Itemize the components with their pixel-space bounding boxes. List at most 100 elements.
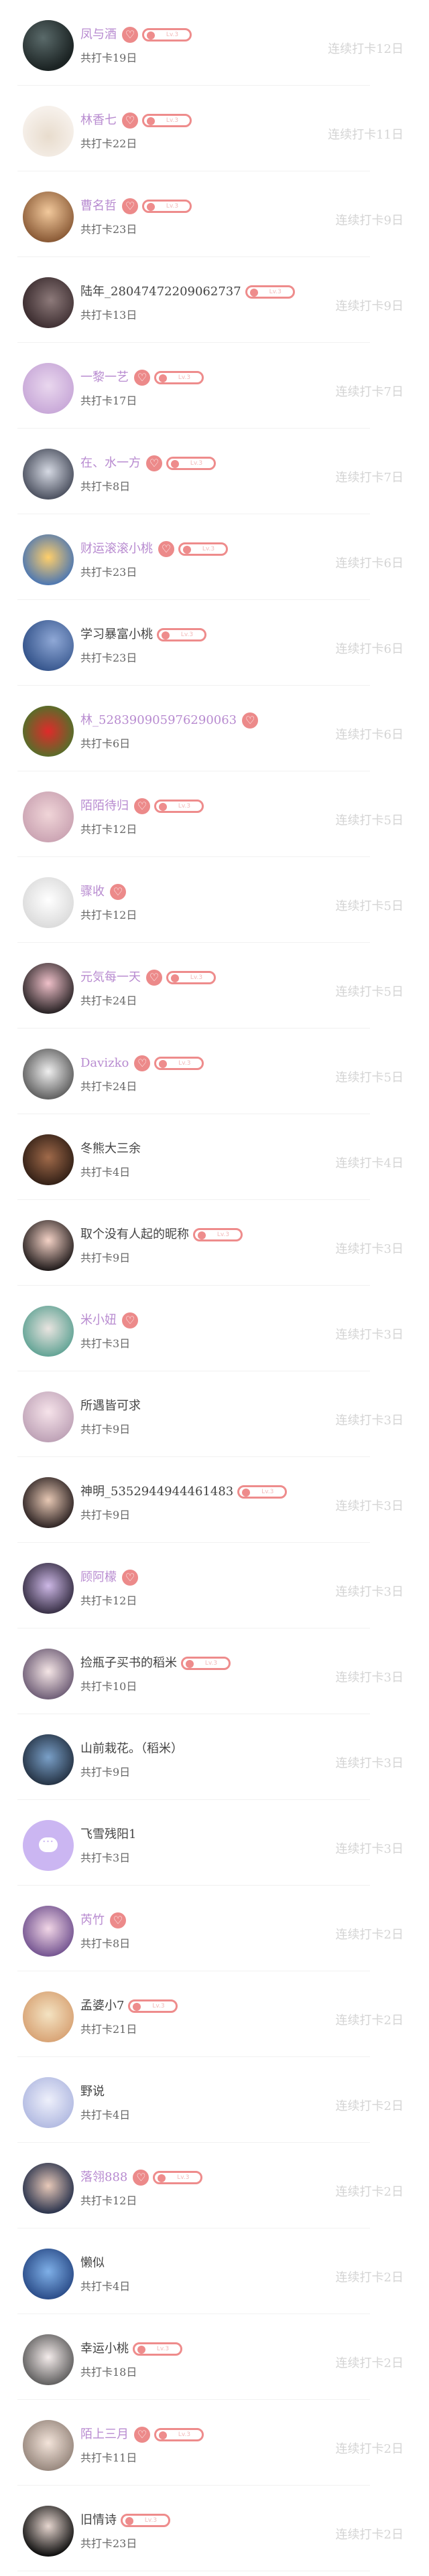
list-item[interactable]: 野说 共打卡4日 连续打卡2日: [0, 2057, 429, 2143]
avatar[interactable]: [23, 1306, 74, 1357]
avatar[interactable]: [23, 1477, 74, 1528]
list-item[interactable]: 飞雪残阳1 共打卡3日 连续打卡3日: [0, 1800, 429, 1886]
avatar[interactable]: [23, 963, 74, 1014]
avatar[interactable]: [23, 791, 74, 842]
list-item[interactable]: 林_528390905976290063 共打卡6日 连续打卡6日: [0, 686, 429, 771]
list-item[interactable]: Davizko Lv.3 共打卡24日 连续打卡5日: [0, 1029, 429, 1114]
user-name[interactable]: 取个没有人起的昵称: [80, 1225, 189, 1244]
user-name[interactable]: 幸运小桃: [80, 2340, 129, 2358]
avatar[interactable]: [23, 620, 74, 671]
user-name[interactable]: 旧情诗: [80, 2511, 117, 2530]
user-name[interactable]: 曹名哲: [80, 197, 117, 216]
total-checkin-days: 共打卡12日: [80, 909, 137, 921]
user-name[interactable]: 学习暴富小桃: [80, 625, 153, 644]
list-item[interactable]: 所遇皆可求 共打卡9日 连续打卡3日: [0, 1371, 429, 1457]
avatar[interactable]: [23, 1734, 74, 1785]
list-item[interactable]: 陌陌待归 Lv.3 共打卡12日 连续打卡5日: [0, 771, 429, 857]
user-name[interactable]: 所遇皆可求: [80, 1397, 141, 1416]
user-name[interactable]: 林_528390905976290063: [80, 711, 237, 730]
avatar[interactable]: [23, 1563, 74, 1614]
avatar[interactable]: [23, 106, 74, 157]
list-item[interactable]: 曹名哲 Lv.3 共打卡23日 连续打卡9日: [0, 171, 429, 257]
list-item[interactable]: 顾阿檬共打卡12日 连续打卡3日: [0, 1543, 429, 1628]
user-name[interactable]: 米小妞: [80, 1311, 117, 1330]
user-name[interactable]: 凤与酒: [80, 25, 117, 44]
user-name[interactable]: 神明_5352944944461483: [80, 1483, 233, 1501]
avatar[interactable]: [23, 192, 74, 242]
list-item[interactable]: 懒似 共打卡4日 连续打卡2日: [0, 2228, 429, 2314]
avatar[interactable]: [23, 1391, 74, 1442]
avatar[interactable]: [23, 363, 74, 414]
name-line: 旧情诗 Lv.3: [80, 2511, 170, 2530]
avatar[interactable]: [23, 20, 74, 71]
avatar[interactable]: [23, 1049, 74, 1100]
total-checkin-days: 共打卡8日: [80, 1937, 131, 1950]
avatar[interactable]: [23, 2506, 74, 2557]
user-name[interactable]: 冬熊大三余: [80, 1140, 141, 1158]
total-checkin-days: 共打卡19日: [80, 52, 137, 64]
user-name[interactable]: 林香七: [80, 111, 117, 130]
list-item[interactable]: 冬熊大三余 共打卡4日 连续打卡4日: [0, 1114, 429, 1200]
avatar[interactable]: [23, 1134, 74, 1185]
avatar[interactable]: [23, 534, 74, 585]
user-name[interactable]: 陌上三月: [80, 2425, 129, 2444]
user-name[interactable]: 在、水一方: [80, 454, 141, 473]
level-badge: Lv.3: [181, 1657, 231, 1670]
avatar[interactable]: [23, 1220, 74, 1271]
list-item[interactable]: 凤与酒 Lv.3 共打卡19日 连续打卡12日: [0, 0, 429, 86]
user-name[interactable]: 陆年_28047472209062737: [80, 283, 241, 301]
avatar[interactable]: [23, 706, 74, 757]
avatar[interactable]: [23, 1906, 74, 1957]
list-item[interactable]: 一黎一艺 Lv.3 共打卡17日 连续打卡7日: [0, 343, 429, 429]
list-item[interactable]: 捡瓶子买书的稻米 Lv.3 共打卡10日 连续打卡3日: [0, 1628, 429, 1714]
user-name[interactable]: 孟婆小7: [80, 1997, 124, 2016]
list-item[interactable]: 在、水一方 Lv.3 共打卡8日 连续打卡7日: [0, 429, 429, 514]
list-item[interactable]: 芮竹共打卡8日 连续打卡2日: [0, 1886, 429, 1971]
avatar[interactable]: [23, 2077, 74, 2128]
user-name[interactable]: 飞雪残阳1: [80, 1825, 136, 1844]
list-item[interactable]: 陌上三月 Lv.3 共打卡11日 连续打卡2日: [0, 2400, 429, 2486]
list-item[interactable]: 神明_5352944944461483 Lv.3 共打卡9日 连续打卡3日: [0, 1457, 429, 1543]
avatar[interactable]: [23, 2249, 74, 2299]
user-name[interactable]: 落翎888: [80, 2168, 127, 2187]
user-name[interactable]: 懒似: [80, 2254, 105, 2273]
list-item[interactable]: 山前栽花。（稻米） 共打卡9日 连续打卡3日: [0, 1714, 429, 1800]
user-name[interactable]: 芮竹: [80, 1911, 105, 1930]
list-item[interactable]: 元気每一天 Lv.3 共打卡24日 连续打卡5日: [0, 943, 429, 1029]
list-item[interactable]: 幸运小桃 Lv.3 共打卡18日 连续打卡2日: [0, 2314, 429, 2400]
user-name[interactable]: Davizko: [80, 1054, 129, 1073]
list-item[interactable]: 米小妞共打卡3日 连续打卡3日: [0, 1286, 429, 1371]
avatar[interactable]: [23, 1649, 74, 1699]
user-name[interactable]: 捡瓶子买书的稻米: [80, 1654, 177, 1673]
avatar[interactable]: [23, 1991, 74, 2042]
avatar[interactable]: [23, 877, 74, 928]
avatar[interactable]: [23, 2163, 74, 2214]
list-item[interactable]: 取个没有人起的昵称 Lv.3 共打卡9日 连续打卡3日: [0, 1200, 429, 1286]
list-item[interactable]: 骤收共打卡12日 连续打卡5日: [0, 857, 429, 943]
user-name[interactable]: 骤收: [80, 883, 105, 901]
user-name[interactable]: 财运滚滚小桃: [80, 540, 153, 558]
list-item[interactable]: 财运滚滚小桃 Lv.3 共打卡23日 连续打卡6日: [0, 514, 429, 600]
avatar[interactable]: [23, 277, 74, 328]
list-item[interactable]: 陆年_28047472209062737 Lv.3 共打卡13日 连续打卡9日: [0, 257, 429, 343]
user-name[interactable]: 顾阿檬: [80, 1568, 117, 1587]
level-badge: Lv.3: [154, 800, 204, 813]
user-name[interactable]: 元気每一天: [80, 968, 141, 987]
list-item[interactable]: 学习暴富小桃 Lv.3 共打卡23日 连续打卡6日: [0, 600, 429, 686]
user-name[interactable]: 山前栽花。（稻米）: [80, 1740, 183, 1758]
total-checkin-days: 共打卡9日: [80, 1509, 131, 1521]
avatar[interactable]: [23, 449, 74, 500]
list-item[interactable]: 落翎888 Lv.3 共打卡12日 连续打卡2日: [0, 2143, 429, 2228]
name-line: 飞雪残阳1: [80, 1825, 136, 1844]
level-dot-icon: [171, 460, 179, 468]
list-item[interactable]: 林香七 Lv.3 共打卡22日 连续打卡11日: [0, 86, 429, 171]
user-name[interactable]: 野说: [80, 2082, 105, 2101]
user-name[interactable]: 陌陌待归: [80, 797, 129, 816]
avatar[interactable]: [23, 2420, 74, 2471]
avatar[interactable]: [23, 1820, 74, 1871]
list-item[interactable]: 旧情诗 Lv.3 共打卡23日 连续打卡2日: [0, 2486, 429, 2571]
level-text: Lv.3: [156, 2346, 170, 2352]
user-name[interactable]: 一黎一艺: [80, 368, 129, 387]
avatar[interactable]: [23, 2334, 74, 2385]
list-item[interactable]: 孟婆小7 Lv.3 共打卡21日 连续打卡2日: [0, 1971, 429, 2057]
